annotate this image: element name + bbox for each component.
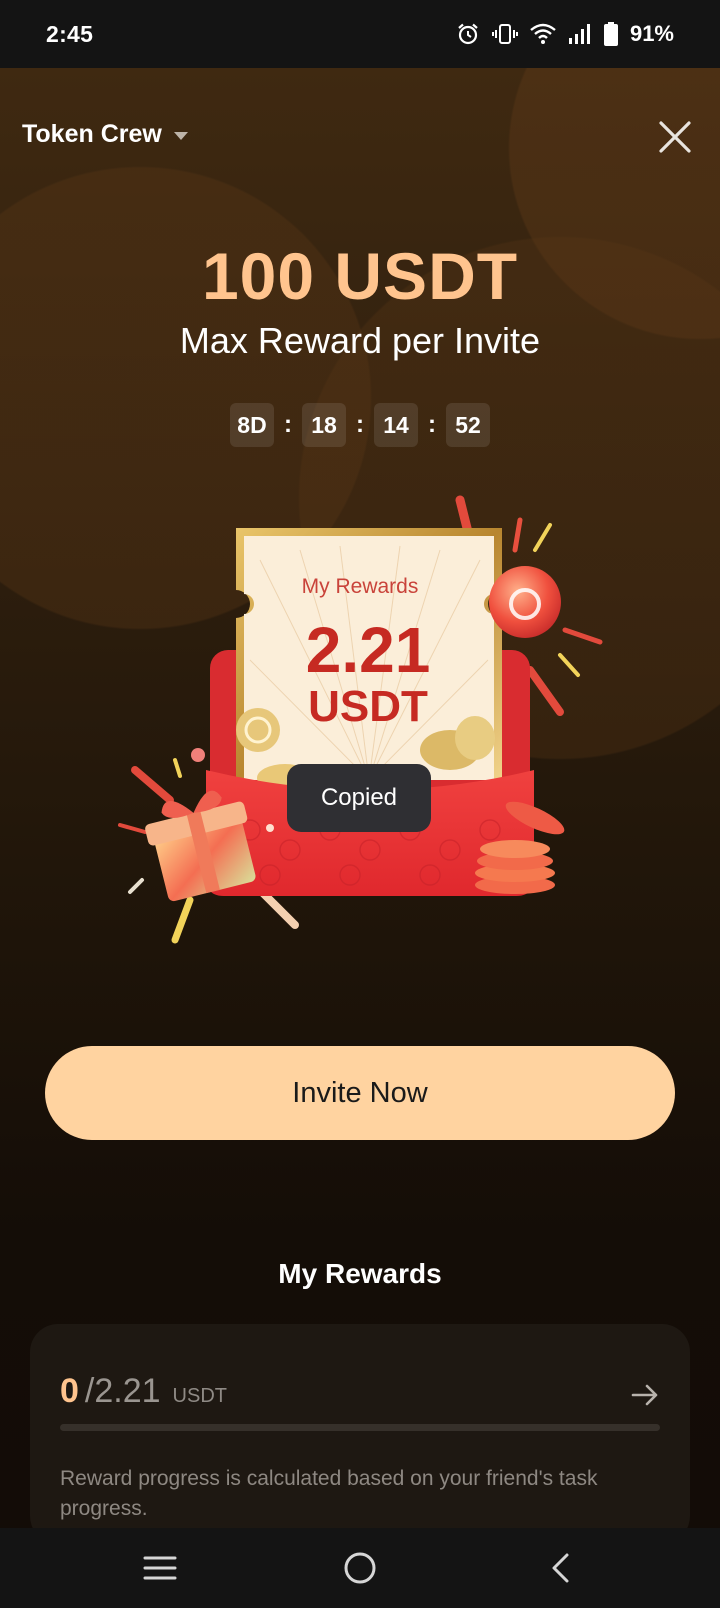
rewards-progress-value: 0 /2.21 USDT [60,1372,227,1411]
progress-note: Reward progress is calculated based on y… [60,1467,598,1520]
progress-unit: USDT [172,1385,227,1407]
caret-down-icon [173,132,188,140]
signal-icon [568,24,590,44]
arrow-right-icon[interactable] [630,1380,660,1410]
status-bar: 2:45 91% [0,0,720,68]
alarm-icon [458,23,478,45]
back-icon [552,1553,569,1583]
copied-toast: Copied [287,764,431,832]
status-icons: 91% [456,21,674,47]
close-icon[interactable] [658,120,692,154]
battery-percentage: 91% [629,21,674,46]
progress-bar [60,1424,660,1431]
program-title: Token Crew [22,120,162,148]
rewards-progress-card[interactable]: 0 /2.21 USDT Reward progress is calculat… [30,1324,690,1544]
program-selector[interactable]: Token Crew [22,120,188,149]
nav-recents-button[interactable] [120,1538,200,1598]
nav-back-button[interactable] [520,1538,600,1598]
wifi-icon [530,23,556,44]
ticket-label: My Rewards [301,575,419,598]
max-reward-subtitle: Max Reward per Invite [179,320,541,361]
battery-icon [603,22,618,46]
countdown-minutes: 14 [374,403,418,447]
system-nav-bar [0,1528,720,1608]
countdown-days: 8D [230,403,274,447]
nav-home-button[interactable] [320,1538,400,1598]
max-reward-amount: 100 USDT [201,239,519,313]
menu-icon [143,1556,177,1580]
countdown-hours: 18 [302,403,346,447]
countdown-seconds: 52 [446,403,490,447]
invite-now-button[interactable]: Invite Now [45,1046,675,1140]
countdown-separator: : [428,411,436,438]
my-rewards-title: My Rewards [278,1258,442,1289]
countdown-timer: 8D : 18 : 14 : 52 [0,403,720,447]
countdown-separator: : [356,411,364,438]
ticket-reward-value: 2.21 [305,614,431,686]
home-icon [344,1552,376,1584]
status-time: 2:45 [46,20,94,47]
progress-total: /2.21 [84,1372,161,1410]
vibrate-icon [491,24,518,44]
ticket-reward-unit: USDT [308,682,428,731]
progress-current: 0 [60,1372,79,1410]
countdown-separator: : [284,411,292,438]
